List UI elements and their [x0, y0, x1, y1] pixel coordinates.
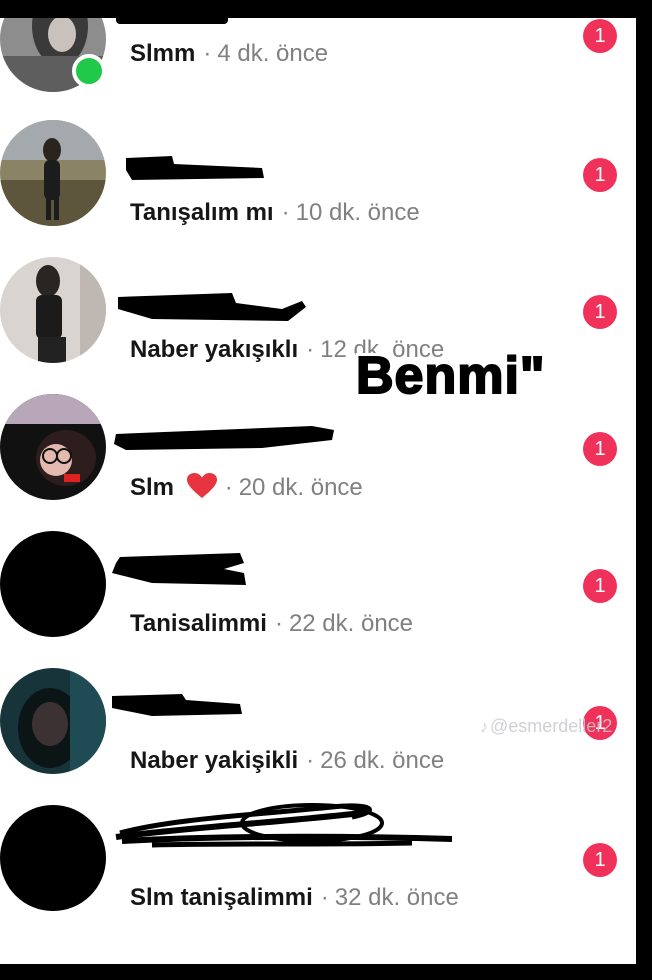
message-row[interactable]: Tanışalım mı · 10 dk. önce 1	[0, 120, 636, 257]
avatar[interactable]	[0, 394, 106, 500]
message-line: Slm · 20 dk. önce	[130, 473, 363, 502]
message-row[interactable]: Tanisalimmi · 22 dk. önce 1	[0, 531, 636, 668]
redacted-username	[112, 694, 242, 716]
redacted-username	[114, 426, 334, 450]
watermark-handle: @esmerdeller2	[490, 716, 613, 736]
heart-icon	[186, 473, 217, 498]
message-inbox-screen: Slmm · 4 dk. önce 1 Tanışalım mı · 10 dk. ön…	[0, 18, 636, 964]
unread-badge: 1	[583, 158, 617, 192]
message-preview: Tanışalım mı	[130, 199, 274, 226]
redacted-username	[112, 553, 246, 585]
message-time: 4 dk. önce	[217, 40, 329, 67]
unread-badge: 1	[583, 843, 617, 877]
separator: ·	[224, 474, 233, 501]
message-preview: Slmm	[130, 40, 196, 67]
redacted-username	[115, 803, 453, 848]
tiktok-icon: ♪	[480, 719, 488, 736]
avatar[interactable]	[0, 257, 106, 363]
redacted-username	[126, 156, 264, 180]
redacted-username	[116, 18, 228, 24]
unread-badge: 1	[583, 295, 617, 329]
message-line: Tanışalım mı · 10 dk. önce	[130, 199, 420, 227]
separator: ·	[203, 40, 212, 67]
message-line: Slm tanişalimmi · 32 dk. önce	[130, 884, 459, 912]
avatar[interactable]	[0, 531, 106, 637]
watermark: ♪ @esmerdeller2	[480, 716, 612, 737]
unread-badge: 1	[583, 569, 617, 603]
message-time: 32 dk. önce	[334, 884, 459, 911]
message-row[interactable]: Slm · 20 dk. önce 1	[0, 394, 636, 531]
unread-badge: 1	[583, 19, 617, 53]
avatar[interactable]	[0, 120, 106, 226]
message-time: 22 dk. önce	[288, 610, 414, 637]
message-preview: Slm tanişalimmi	[130, 884, 313, 911]
message-preview: Naber yakışıklı	[130, 336, 299, 363]
bottom-frame	[0, 964, 652, 980]
message-row[interactable]: Slm tanişalimmi · 32 dk. önce 1	[0, 803, 636, 942]
message-preview: Slm	[130, 474, 175, 501]
message-line: Tanisalimmi · 22 dk. önce	[130, 610, 413, 638]
unread-badge: 1	[583, 432, 617, 466]
message-time: 26 dk. önce	[320, 747, 445, 774]
online-status-indicator	[72, 54, 106, 88]
overlay-caption: Benmi"	[355, 346, 546, 406]
avatar[interactable]	[0, 805, 106, 911]
message-time: 10 dk. önce	[295, 199, 420, 226]
message-preview: Naber yakişikli	[130, 747, 299, 774]
avatar[interactable]	[0, 668, 106, 774]
message-line: Naber yakişikli · 26 dk. önce	[130, 747, 444, 775]
separator: ·	[306, 747, 315, 774]
separator: ·	[274, 610, 283, 637]
redacted-username	[118, 293, 306, 321]
separator: ·	[320, 884, 329, 911]
message-time: 20 dk. önce	[238, 474, 363, 501]
separator: ·	[281, 199, 290, 226]
message-preview: Tanisalimmi	[130, 610, 267, 637]
separator: ·	[306, 336, 315, 363]
message-line: Slmm · 4 dk. önce	[130, 40, 328, 68]
